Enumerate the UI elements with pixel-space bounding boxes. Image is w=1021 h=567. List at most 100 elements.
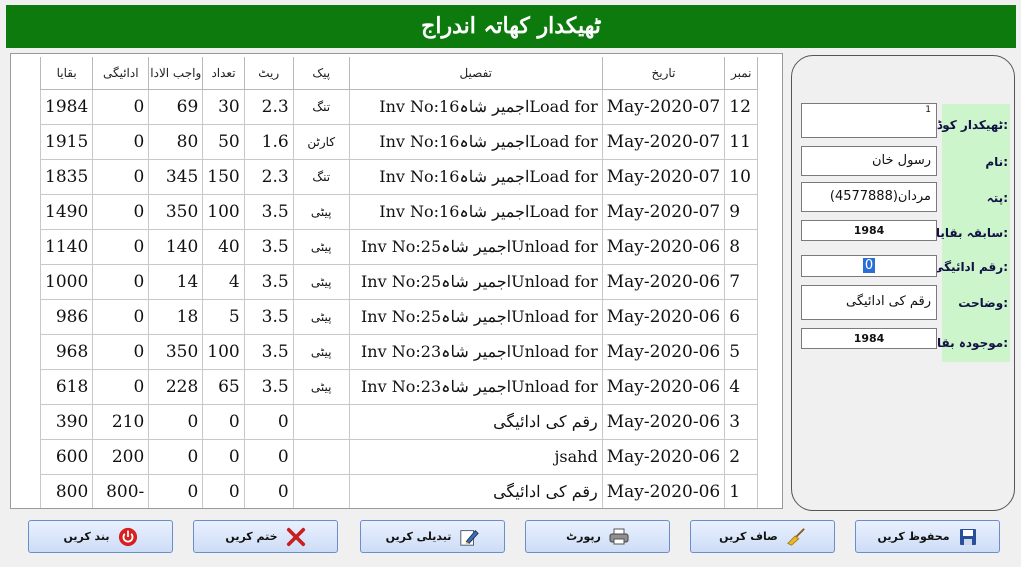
name-field[interactable]: رسول خان	[801, 146, 937, 176]
report-button[interactable]: رپورٹ	[525, 520, 670, 553]
cell-date[interactable]: May-2020-06	[601, 473, 726, 508]
table-row[interactable]: 800 800- 0 0 0 رقم کی ادائیگی May-2020-06 1	[39, 473, 759, 508]
cell-detail[interactable]: Inv No:16اجمیر شاہLoad for	[348, 123, 603, 160]
table-row[interactable]: 1915 0 80 50 1.6 کارٹن Inv No:16اجمیر شاہLoad …	[39, 123, 759, 160]
table-row[interactable]: 968 0 350 100 3.5 پیٹی Inv No:23اجمیر شاہUnloa…	[39, 333, 759, 370]
cell-detail[interactable]: jsahd	[348, 438, 603, 475]
cell-no[interactable]: 4	[724, 368, 759, 405]
cell-qty[interactable]: 0	[202, 438, 245, 475]
cell-due[interactable]: 18	[148, 298, 204, 335]
cell-detail[interactable]: Inv No:16اجمیر شاہLoad for	[348, 88, 603, 125]
cell-pack[interactable]: پیٹی	[292, 263, 350, 300]
cell-qty[interactable]: 4	[202, 263, 245, 300]
cell-pack[interactable]: پیٹی	[292, 298, 350, 335]
cell-balance[interactable]: 1000	[39, 263, 94, 300]
cell-no[interactable]: 12	[724, 88, 759, 125]
cell-detail[interactable]: Inv No:25اجمیر شاہUnload for	[348, 298, 603, 335]
cell-paid[interactable]: 0	[92, 123, 150, 160]
cell-balance[interactable]: 1140	[39, 228, 94, 265]
col-header-rate[interactable]: ریٹ	[243, 57, 294, 90]
cell-qty[interactable]: 50	[202, 123, 245, 160]
cell-pack[interactable]: پیٹی	[292, 368, 350, 405]
cell-due[interactable]: 350	[148, 193, 204, 230]
cell-detail[interactable]: Inv No:16اجمیر شاہLoad for	[348, 193, 603, 230]
cell-balance[interactable]: 968	[39, 333, 94, 370]
cell-paid[interactable]: 0	[92, 333, 150, 370]
cell-pack[interactable]: تنگ	[292, 158, 350, 195]
cell-rate[interactable]: 3.5	[243, 368, 294, 405]
delete-button[interactable]: ختم کریں	[193, 520, 338, 553]
cell-due[interactable]: 140	[148, 228, 204, 265]
cell-qty[interactable]: 40	[202, 228, 245, 265]
cell-date[interactable]: May-2020-06	[601, 333, 726, 370]
table-row[interactable]: 1835 0 345 150 2.3 تنگ Inv No:16اجمیر شاہLoad …	[39, 158, 759, 195]
col-header-date[interactable]: تاریخ	[601, 57, 726, 90]
col-header-paid[interactable]: ادائیگی	[92, 57, 150, 90]
cell-no[interactable]: 3	[724, 403, 759, 440]
cell-date[interactable]: May-2020-07	[601, 193, 726, 230]
cell-qty[interactable]: 150	[202, 158, 245, 195]
col-header-pack[interactable]: پیک	[292, 57, 350, 90]
cell-paid[interactable]: 0	[92, 158, 150, 195]
cell-balance[interactable]: 1490	[39, 193, 94, 230]
cell-qty[interactable]: 65	[202, 368, 245, 405]
cell-paid[interactable]: 0	[92, 88, 150, 125]
cell-pack[interactable]: پیٹی	[292, 193, 350, 230]
cell-pack[interactable]: تنگ	[292, 88, 350, 125]
cell-no[interactable]: 11	[724, 123, 759, 160]
cell-date[interactable]: May-2020-07	[601, 158, 726, 195]
cell-qty[interactable]: 100	[202, 193, 245, 230]
cell-qty[interactable]: 5	[202, 298, 245, 335]
cell-due[interactable]: 228	[148, 368, 204, 405]
cell-rate[interactable]: 0	[243, 403, 294, 440]
cell-no[interactable]: 9	[724, 193, 759, 230]
cell-date[interactable]: May-2020-06	[601, 298, 726, 335]
cell-no[interactable]: 10	[724, 158, 759, 195]
cell-due[interactable]: 345	[148, 158, 204, 195]
address-field[interactable]: مردان(4577888)	[801, 182, 937, 212]
col-header-no[interactable]: نمبر	[724, 57, 759, 90]
cell-no[interactable]: 2	[724, 438, 759, 475]
cell-rate[interactable]: 3.5	[243, 333, 294, 370]
cell-pack[interactable]	[292, 438, 350, 475]
table-row[interactable]: 1490 0 350 100 3.5 پیٹی Inv No:16اجمیر شاہLoad…	[39, 193, 759, 230]
cell-qty[interactable]: 100	[202, 333, 245, 370]
cell-date[interactable]: May-2020-06	[601, 438, 726, 475]
cell-due[interactable]: 80	[148, 123, 204, 160]
cell-detail[interactable]: Inv No:25اجمیر شاہUnload for	[348, 228, 603, 265]
cell-detail[interactable]: Inv No:16اجمیر شاہLoad for	[348, 158, 603, 195]
cell-paid[interactable]: 200	[92, 438, 150, 475]
save-button[interactable]: محفوظ کریں	[855, 520, 1000, 553]
cell-balance[interactable]: 1984	[39, 88, 94, 125]
cell-qty[interactable]: 30	[202, 88, 245, 125]
cell-due[interactable]: 0	[148, 473, 204, 508]
edit-button[interactable]: تبدیلی کریں	[360, 520, 505, 553]
cell-rate[interactable]: 2.3	[243, 88, 294, 125]
cell-no[interactable]: 7	[724, 263, 759, 300]
cell-due[interactable]: 350	[148, 333, 204, 370]
table-row[interactable]: 600 200 0 0 0 jsahd May-2020-06 2	[39, 438, 759, 475]
cell-rate[interactable]: 2.3	[243, 158, 294, 195]
code-field[interactable]: 1	[801, 103, 937, 138]
cell-balance[interactable]: 800	[39, 473, 94, 508]
col-header-balance[interactable]: بقایا	[39, 57, 94, 90]
cell-pack[interactable]	[292, 473, 350, 508]
cell-date[interactable]: May-2020-06	[601, 403, 726, 440]
cell-paid[interactable]: 0	[92, 228, 150, 265]
cell-date[interactable]: May-2020-06	[601, 368, 726, 405]
cell-balance[interactable]: 1915	[39, 123, 94, 160]
cell-rate[interactable]: 3.5	[243, 298, 294, 335]
cell-rate[interactable]: 0	[243, 473, 294, 508]
cell-rate[interactable]: 1.6	[243, 123, 294, 160]
cell-paid[interactable]: 210	[92, 403, 150, 440]
cell-qty[interactable]: 0	[202, 403, 245, 440]
cell-balance[interactable]: 986	[39, 298, 94, 335]
cell-date[interactable]: May-2020-07	[601, 123, 726, 160]
explanation-field[interactable]: رقم کی ادائیگی	[801, 285, 937, 320]
cell-rate[interactable]: 0	[243, 438, 294, 475]
cell-paid[interactable]: 0	[92, 263, 150, 300]
cell-rate[interactable]: 3.5	[243, 263, 294, 300]
col-header-qty[interactable]: تعداد	[202, 57, 245, 90]
cell-detail[interactable]: رقم کی ادائیگی	[348, 403, 603, 440]
cell-date[interactable]: May-2020-06	[601, 228, 726, 265]
